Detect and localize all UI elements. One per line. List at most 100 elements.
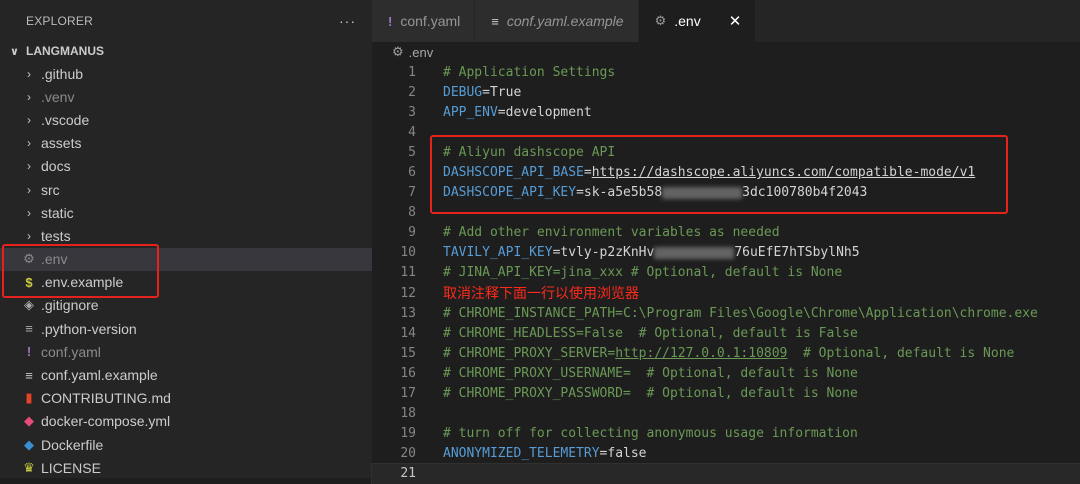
docker-icon: ◆ <box>24 413 34 429</box>
explorer-title: EXPLORER <box>26 14 93 28</box>
line-number: 14 <box>400 325 416 341</box>
chevron-right-icon: › <box>27 112 31 127</box>
gear-icon: ⚙ <box>392 44 404 59</box>
code-line: 21 <box>371 462 1080 484</box>
env-value: =tvly-p2zKnHv <box>552 245 655 261</box>
file-item[interactable]: ◆ docker-compose.yml <box>0 410 372 433</box>
tab-bar: ! conf.yaml ≡ conf.yaml.example ⚙ .env ✕ <box>372 0 1080 42</box>
chevron-right-icon: › <box>27 136 31 151</box>
code-line: 19 # turn off for collecting anonymous us… <box>372 424 1080 444</box>
comment: # Add other environment variables as nee… <box>443 225 780 241</box>
lines-icon: ≡ <box>25 321 33 337</box>
explorer-header: EXPLORER ··· <box>0 0 372 42</box>
code-line: 11 # JINA_API_KEY=jina_xxx # Optional, de… <box>372 263 1080 283</box>
breadcrumb-file: .env <box>408 44 434 60</box>
workspace-root-label: LANGMANUS <box>26 44 104 58</box>
chevron-right-icon: › <box>27 159 31 174</box>
license-icon: ♛ <box>23 459 35 475</box>
line-content: DEBUG=True <box>443 85 521 100</box>
annotation-box-files <box>2 244 159 298</box>
exclamation-icon: ! <box>26 344 32 360</box>
line-number: 21 <box>400 466 416 482</box>
line-number: 9 <box>408 225 416 241</box>
env-key: APP_ENV <box>443 104 498 120</box>
file-item[interactable]: ≡ conf.yaml.example <box>0 363 372 386</box>
file-tree-label: CONTRIBUTING.md <box>41 390 171 407</box>
comment: # CHROME_INSTANCE_PATH=C:\Program Files\… <box>443 305 1038 321</box>
tab-conf-yaml-example[interactable]: ≡ conf.yaml.example <box>475 0 639 42</box>
line-number: 20 <box>400 446 416 462</box>
gear-icon: ⚙ <box>654 13 667 28</box>
file-tree-label: LICENSE <box>41 459 101 476</box>
line-content: ANONYMIZED_TELEMETRY=false <box>443 446 647 461</box>
workspace-root[interactable]: ∨ LANGMANUS <box>0 42 372 60</box>
file-tree-label: tests <box>41 227 71 244</box>
editor-area: ! conf.yaml ≡ conf.yaml.example ⚙ .env ✕ ⚙ .en… <box>371 0 1080 484</box>
docker-icon: ◆ <box>24 436 34 452</box>
line-number: 10 <box>400 245 416 261</box>
line-content: APP_ENV=development <box>443 105 592 120</box>
code-line: 18 <box>372 404 1080 424</box>
lines-icon: ≡ <box>491 13 499 29</box>
line-number: 12 <box>400 285 416 301</box>
code-line: 16 # CHROME_PROXY_USERNAME= # Optional, d… <box>372 363 1080 383</box>
file-tree-label: docker-compose.yml <box>41 413 171 430</box>
comment[interactable]: http://127.0.0.1:10809 <box>615 346 787 361</box>
line-number: 16 <box>400 365 416 381</box>
code-line: 1 # Application Settings <box>372 62 1080 82</box>
exclamation-icon: ! <box>388 13 393 29</box>
file-tree-label: .python-version <box>41 320 137 337</box>
more-actions-icon[interactable]: ··· <box>339 13 356 29</box>
file-tree-label: docs <box>41 158 71 175</box>
file-tree-label: .vscode <box>41 111 90 128</box>
code-line: 9 # Add other environment variables as ne… <box>372 223 1080 243</box>
file-tree-label: conf.yaml <box>41 343 101 360</box>
gitignore-icon: ◈ <box>24 297 34 313</box>
chevron-right-icon: › <box>27 66 31 81</box>
folder-item[interactable]: › .github <box>0 62 372 85</box>
comment: # CHROME_PROXY_USERNAME= # Optional, def… <box>443 365 858 381</box>
folder-item[interactable]: › docs <box>0 155 372 178</box>
chevron-right-icon: › <box>27 89 31 104</box>
folder-item[interactable]: › .venv <box>0 85 372 108</box>
file-item[interactable]: ! conf.yaml <box>0 340 372 363</box>
redacted-region <box>654 246 735 259</box>
code-line: 13 # CHROME_INSTANCE_PATH=C:\Program File… <box>372 303 1080 323</box>
file-item[interactable]: ♛ LICENSE <box>0 456 372 478</box>
breadcrumb[interactable]: ⚙ .env <box>372 42 1080 62</box>
close-icon[interactable]: ✕ <box>729 12 742 30</box>
comment: # CHROME_PROXY_SERVER= <box>443 345 616 361</box>
file-item[interactable]: ◆ Dockerfile <box>0 433 372 456</box>
file-item[interactable]: ▮ CONTRIBUTING.md <box>0 387 372 410</box>
comment: # JINA_API_KEY=jina_xxx # Optional, defa… <box>443 265 843 281</box>
chevron-down-icon: ∨ <box>10 45 19 58</box>
line-content: # CHROME_PROXY_PASSWORD= # Optional, def… <box>443 386 858 401</box>
line-content: # Application Settings <box>443 65 615 80</box>
folder-item[interactable]: › src <box>0 178 372 201</box>
line-number: 2 <box>408 84 416 100</box>
file-tree-label: src <box>41 181 60 198</box>
line-number: 13 <box>400 305 416 321</box>
folder-item[interactable]: › .vscode <box>0 108 372 131</box>
line-number: 1 <box>408 64 416 80</box>
comment: # Application Settings <box>443 64 616 80</box>
line-content: # Add other environment variables as nee… <box>443 225 780 240</box>
tab-env[interactable]: ⚙ .env ✕ <box>638 0 757 42</box>
tab-label: conf.yaml <box>400 13 461 29</box>
env-key: DEBUG <box>443 84 483 100</box>
code-line: 14 # CHROME_HEADLESS=False # Optional, de… <box>372 323 1080 343</box>
tab-conf-yaml[interactable]: ! conf.yaml <box>372 0 476 42</box>
comment: # CHROME_HEADLESS=False # Optional, defa… <box>443 325 858 341</box>
comment: # turn off for collecting anonymous usag… <box>443 426 858 442</box>
comment: # Optional, default is None <box>787 345 1015 361</box>
code-line: 20 ANONYMIZED_TELEMETRY=false <box>372 444 1080 464</box>
file-item[interactable]: ≡ .python-version <box>0 317 372 340</box>
file-tree-label: conf.yaml.example <box>41 367 158 384</box>
folder-item[interactable]: › assets <box>0 132 372 155</box>
env-value: 76uEfE7hTSbylNh5 <box>734 245 860 261</box>
line-number: 11 <box>400 265 416 281</box>
annotation-box-dashscope <box>430 135 1008 214</box>
chevron-right-icon: › <box>27 182 31 197</box>
folder-item[interactable]: › static <box>0 201 372 224</box>
code-editor[interactable]: 1 # Application Settings 2 DEBUG=True 3 APP_E… <box>371 62 1080 484</box>
